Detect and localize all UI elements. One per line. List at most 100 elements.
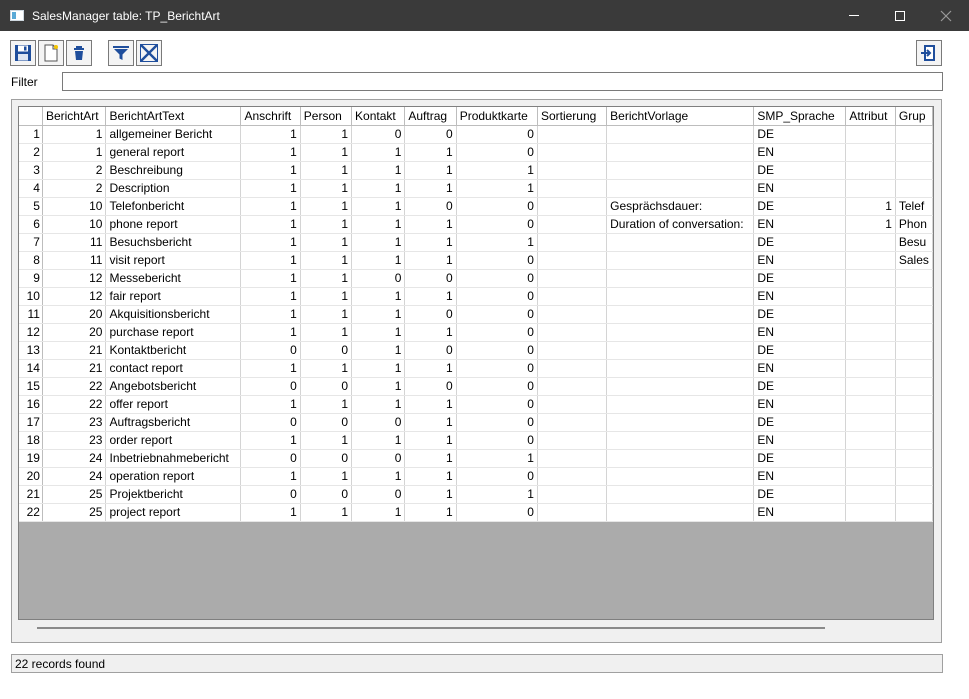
cell-kontakt[interactable]: 1 [351, 395, 406, 414]
cell-person[interactable]: 1 [300, 323, 353, 342]
table-row[interactable]: 5 10 Telefonbericht 1 1 1 0 0 Gesprächsdauer: DE 1… [19, 197, 933, 216]
cell-smp-sprache[interactable]: DE [753, 377, 847, 396]
cell-smp-sprache[interactable]: DE [753, 269, 847, 288]
cell-berichtvorlage[interactable] [606, 143, 755, 162]
cell-grup[interactable] [895, 323, 933, 342]
cell-sortierung[interactable] [537, 431, 608, 450]
cell-smp-sprache[interactable]: DE [753, 233, 847, 252]
row-header[interactable]: 14 [19, 359, 43, 378]
cell-berichtart[interactable]: 22 [42, 395, 107, 414]
cell-sortierung[interactable] [537, 323, 608, 342]
cell-berichtvorlage[interactable] [606, 125, 755, 144]
cell-grup[interactable] [895, 431, 933, 450]
cell-person[interactable]: 1 [300, 269, 353, 288]
cell-anschrift[interactable]: 1 [240, 125, 301, 144]
cell-grup[interactable]: Telef [895, 197, 933, 216]
cell-person[interactable]: 1 [300, 305, 353, 324]
cell-berichtarttext[interactable]: visit report [105, 251, 242, 270]
table-row[interactable]: 15 22 Angebotsbericht 0 0 1 0 0 DE [19, 377, 933, 396]
cell-grup[interactable] [895, 413, 933, 432]
cell-berichtart[interactable]: 25 [42, 503, 107, 522]
cell-sortierung[interactable] [537, 341, 608, 360]
cell-berichtvorlage[interactable] [606, 233, 755, 252]
cell-berichtarttext[interactable]: Besuchsbericht [105, 233, 242, 252]
row-header[interactable]: 2 [19, 143, 43, 162]
cell-grup[interactable] [895, 179, 933, 198]
cell-grup[interactable] [895, 377, 933, 396]
cell-sortierung[interactable] [537, 413, 608, 432]
cell-auftrag[interactable]: 1 [404, 467, 457, 486]
column-header-berichtarttext[interactable]: BerichtArtText [105, 107, 242, 126]
cell-kontakt[interactable]: 1 [351, 377, 406, 396]
cell-smp-sprache[interactable]: DE [753, 125, 847, 144]
cell-grup[interactable] [895, 467, 933, 486]
cell-berichtarttext[interactable]: allgemeiner Bericht [105, 125, 242, 144]
cell-berichtarttext[interactable]: project report [105, 503, 242, 522]
cell-sortierung[interactable] [537, 377, 608, 396]
column-header-kontakt[interactable]: Kontakt [351, 107, 406, 126]
cell-smp-sprache[interactable]: EN [753, 467, 847, 486]
cell-anschrift[interactable]: 1 [240, 161, 301, 180]
cell-smp-sprache[interactable]: DE [753, 449, 847, 468]
cell-auftrag[interactable]: 1 [404, 485, 457, 504]
column-header-produktkarte[interactable]: Produktkarte [456, 107, 538, 126]
cell-sortierung[interactable] [537, 503, 608, 522]
cell-grup[interactable] [895, 287, 933, 306]
cell-grup[interactable] [895, 359, 933, 378]
table-row[interactable]: 6 10 phone report 1 1 1 1 0 Duration of conversa… [19, 215, 933, 234]
cell-sortierung[interactable] [537, 179, 608, 198]
cell-anschrift[interactable]: 1 [240, 197, 301, 216]
cell-attribut[interactable] [845, 143, 896, 162]
cell-auftrag[interactable]: 1 [404, 215, 457, 234]
cell-kontakt[interactable]: 1 [351, 251, 406, 270]
table-row[interactable]: 13 21 Kontaktbericht 0 0 1 0 0 DE [19, 341, 933, 360]
cell-grup[interactable] [895, 125, 933, 144]
table-row[interactable]: 10 12 fair report 1 1 1 1 0 EN [19, 287, 933, 306]
column-header-grup[interactable]: Grup [895, 107, 933, 126]
cell-berichtarttext[interactable]: order report [105, 431, 242, 450]
column-header-attribut[interactable]: Attribut [845, 107, 896, 126]
cell-berichtarttext[interactable]: Kontaktbericht [105, 341, 242, 360]
cell-berichtart[interactable]: 20 [42, 305, 107, 324]
cell-berichtvorlage[interactable]: Duration of conversation: [606, 215, 755, 234]
cell-kontakt[interactable]: 0 [351, 269, 406, 288]
cell-produktkarte[interactable]: 0 [456, 503, 538, 522]
filter-button[interactable] [108, 40, 134, 66]
cell-auftrag[interactable]: 1 [404, 161, 457, 180]
cell-anschrift[interactable]: 0 [240, 485, 301, 504]
table-row[interactable]: 4 2 Description 1 1 1 1 1 EN [19, 179, 933, 198]
cell-attribut[interactable] [845, 467, 896, 486]
cell-kontakt[interactable]: 0 [351, 449, 406, 468]
table-row[interactable]: 11 20 Akquisitionsbericht 1 1 1 0 0 DE [19, 305, 933, 324]
cell-produktkarte[interactable]: 1 [456, 449, 538, 468]
cell-kontakt[interactable]: 1 [351, 143, 406, 162]
row-header[interactable]: 3 [19, 161, 43, 180]
cell-berichtvorlage[interactable] [606, 503, 755, 522]
cell-kontakt[interactable]: 1 [351, 467, 406, 486]
cell-anschrift[interactable]: 0 [240, 449, 301, 468]
cell-produktkarte[interactable]: 0 [456, 431, 538, 450]
cell-berichtvorlage[interactable] [606, 305, 755, 324]
cell-berichtart[interactable]: 10 [42, 197, 107, 216]
row-header[interactable]: 7 [19, 233, 43, 252]
cell-berichtart[interactable]: 1 [42, 143, 107, 162]
cell-produktkarte[interactable]: 0 [456, 305, 538, 324]
cell-berichtvorlage[interactable] [606, 269, 755, 288]
cell-person[interactable]: 1 [300, 233, 353, 252]
cell-person[interactable]: 1 [300, 287, 353, 306]
cell-smp-sprache[interactable]: DE [753, 305, 847, 324]
cell-attribut[interactable] [845, 431, 896, 450]
table-row[interactable]: 19 24 Inbetriebnahmebericht 0 0 0 1 1 DE [19, 449, 933, 468]
row-header[interactable]: 17 [19, 413, 43, 432]
cell-kontakt[interactable]: 1 [351, 305, 406, 324]
cell-berichtarttext[interactable]: fair report [105, 287, 242, 306]
cell-berichtvorlage[interactable] [606, 323, 755, 342]
table-row[interactable]: 2 1 general report 1 1 1 1 0 EN [19, 143, 933, 162]
cell-attribut[interactable]: 1 [845, 215, 896, 234]
row-header[interactable]: 8 [19, 251, 43, 270]
cell-berichtart[interactable]: 24 [42, 449, 107, 468]
column-header-berichtvorlage[interactable]: BerichtVorlage [606, 107, 755, 126]
cell-attribut[interactable] [845, 359, 896, 378]
cell-produktkarte[interactable]: 1 [456, 233, 538, 252]
minimize-button[interactable] [831, 0, 877, 31]
